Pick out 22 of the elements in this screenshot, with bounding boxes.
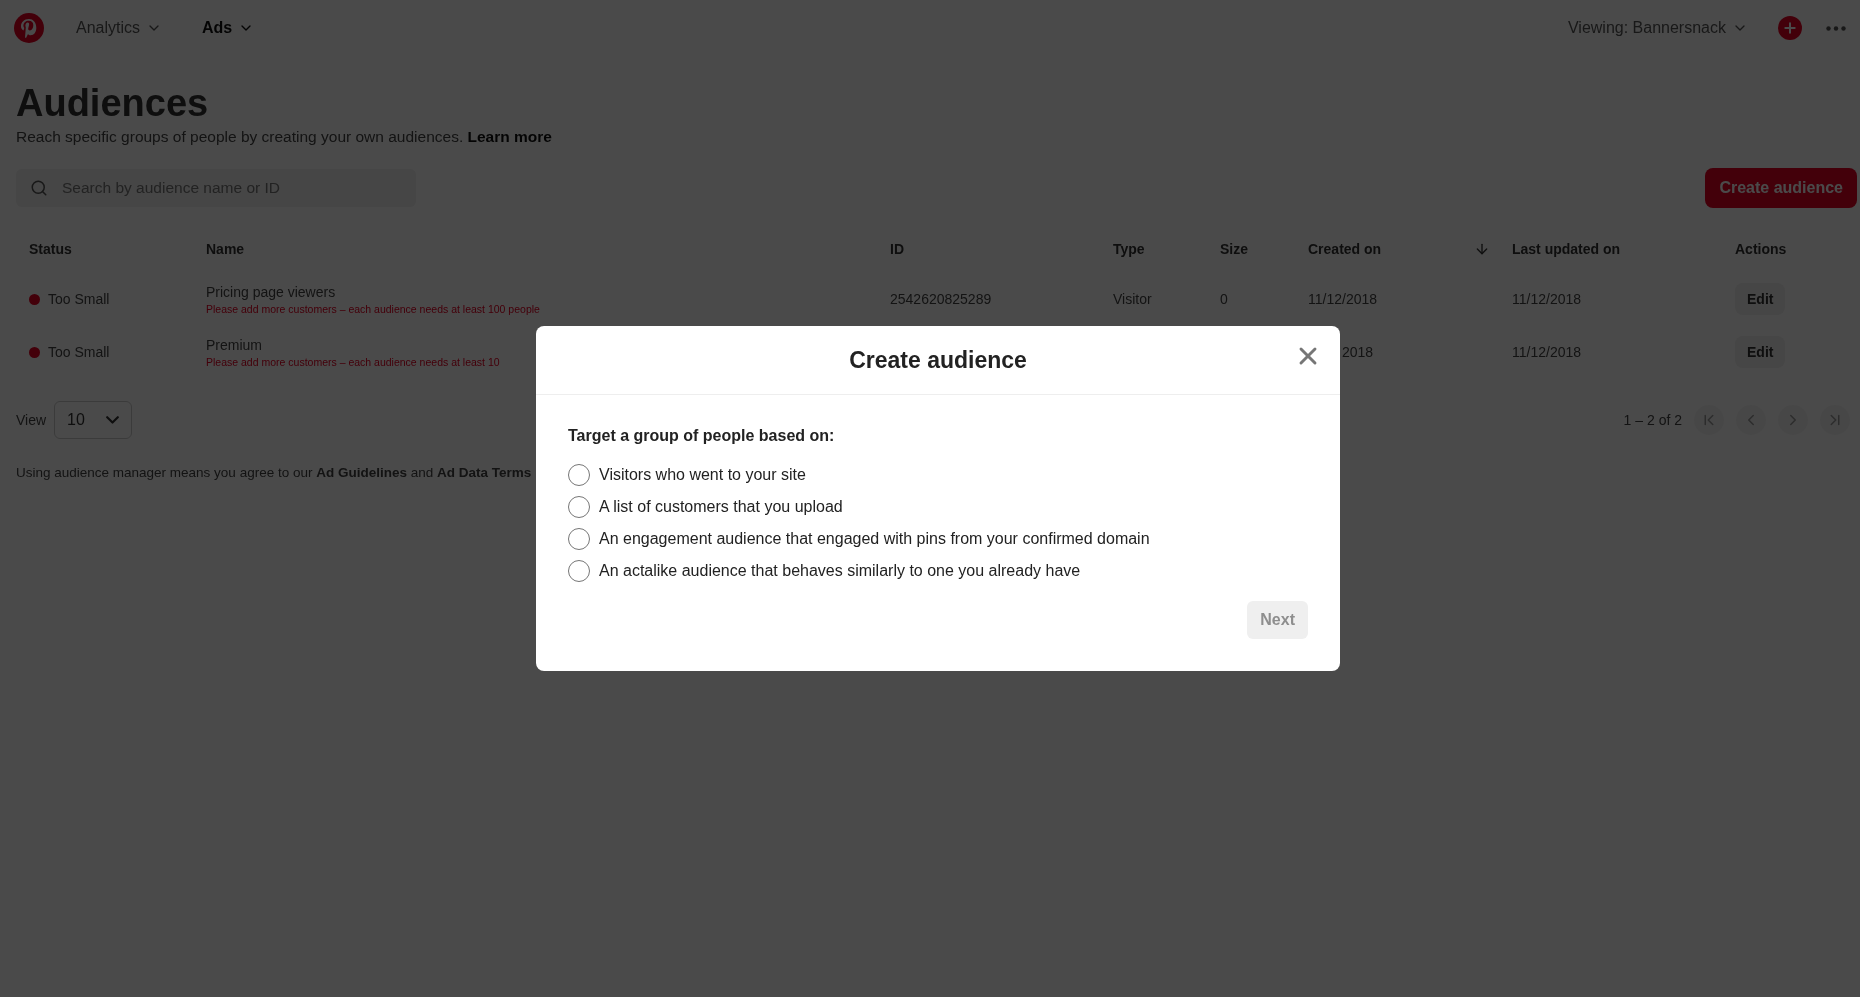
column-header: Last updated on [1512, 240, 1621, 257]
nav-menu-item[interactable]: Ads [194, 13, 263, 43]
option-label[interactable]: An engagement audience that engaged with pins from your confirmed domain [599, 530, 1150, 548]
column-header: ID [890, 240, 904, 257]
dialog-prompt: Target a group of people based on: [568, 427, 836, 445]
column-header: Type [1113, 240, 1145, 257]
radio-button[interactable] [568, 496, 590, 518]
column-header[interactable]: Created on [1308, 240, 1382, 257]
learn-more-link[interactable]: Learn more [467, 127, 552, 145]
radio-button[interactable] [568, 528, 590, 550]
radio-button[interactable] [568, 464, 590, 486]
column-header: Name [206, 240, 245, 257]
option-label[interactable]: A list of customers that you upload [599, 498, 843, 516]
dialog-title: Create audience [849, 346, 1027, 374]
column-header: Actions [1735, 240, 1787, 257]
option-label[interactable]: An actalike audience that behaves similarly to one you already have [599, 562, 1081, 580]
column-header: Size [1220, 240, 1248, 257]
page-title: Audiences [16, 84, 210, 124]
column-header: Status [29, 240, 72, 257]
radio-button[interactable] [568, 560, 590, 582]
option-label[interactable]: Visitors who went to your site [599, 466, 806, 484]
warning-text: Please add more customers – each audience needs at least 100 people [206, 302, 541, 315]
